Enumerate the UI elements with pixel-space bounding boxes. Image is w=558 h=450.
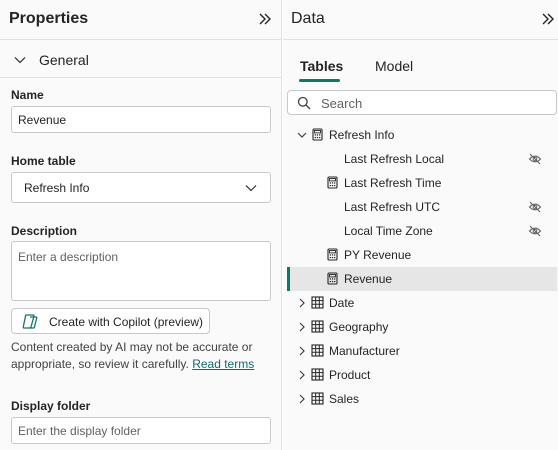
hidden-eye-icon	[528, 225, 542, 237]
chevron-right-icon[interactable]	[296, 393, 308, 405]
copilot-button-label: Create with Copilot (preview)	[49, 315, 204, 329]
table-icon	[311, 368, 324, 381]
tree-item-label: Last Refresh Local	[344, 152, 445, 166]
hidden-eye-icon	[528, 201, 542, 213]
field-row[interactable]: Last Refresh Local	[287, 147, 557, 171]
properties-pane: Properties General Name Revenue Home tab…	[0, 0, 282, 450]
tree-item-label: Revenue	[344, 272, 393, 286]
tree-item-label: Last Refresh Time	[344, 176, 442, 190]
general-section-label: General	[39, 52, 89, 68]
tree-item-label: PY Revenue	[344, 248, 412, 262]
data-header: Data	[283, 0, 558, 40]
tree-item-label: Manufacturer	[329, 344, 400, 358]
field-row[interactable]: Local Time Zone	[287, 219, 557, 243]
search-placeholder: Search	[321, 96, 363, 111]
tab-model[interactable]: Model	[375, 58, 413, 74]
chevron-right-icon[interactable]	[296, 321, 308, 333]
chevron-down-icon	[245, 185, 257, 192]
table-row[interactable]: Manufacturer	[287, 339, 557, 363]
tree-item-label: Sales	[329, 392, 360, 406]
collapse-pane-icon[interactable]	[540, 11, 556, 27]
tree-item-label: Refresh Info	[329, 128, 395, 142]
calculated-table-icon	[312, 128, 323, 141]
copilot-icon	[22, 314, 38, 329]
properties-title: Properties	[9, 10, 89, 27]
data-tabs: Tables Model	[283, 41, 558, 86]
chevron-right-icon[interactable]	[296, 345, 308, 357]
field-row[interactable]: Last Refresh Time	[287, 171, 557, 195]
tree-item-label: Local Time Zone	[344, 224, 433, 238]
tab-tables[interactable]: Tables	[300, 58, 343, 74]
field-row[interactable]: Last Refresh UTC	[287, 195, 557, 219]
measure-icon	[327, 248, 338, 261]
search-icon	[297, 96, 311, 110]
description-label: Description	[11, 224, 78, 238]
table-icon	[311, 320, 324, 333]
collapse-pane-icon[interactable]	[257, 11, 273, 27]
display-folder-field[interactable]: Enter the display folder	[11, 417, 271, 444]
hidden-eye-icon	[528, 153, 542, 165]
search-input[interactable]: Search	[287, 90, 557, 115]
display-folder-label: Display folder	[11, 399, 91, 413]
tree-item-label: Product	[329, 368, 371, 382]
tree-item-label: Geography	[329, 320, 389, 334]
field-row[interactable]: Revenue	[287, 267, 557, 291]
selection-indicator	[287, 267, 290, 291]
active-tab-indicator	[299, 79, 340, 82]
table-row[interactable]: Date	[287, 291, 557, 315]
properties-header: Properties	[0, 0, 281, 40]
home-table-value: Refresh Info	[24, 181, 90, 195]
general-section-header[interactable]: General	[0, 41, 281, 78]
tree-item-label: Last Refresh UTC	[344, 200, 441, 214]
table-row[interactable]: Sales	[287, 387, 557, 411]
read-terms-link[interactable]: Read terms	[192, 357, 254, 371]
chevron-right-icon[interactable]	[296, 369, 308, 381]
measure-icon	[327, 176, 338, 189]
data-pane: Data Tables Model Search Refresh Info Las…	[283, 0, 558, 450]
name-field[interactable]: Revenue	[11, 106, 271, 133]
home-table-label: Home table	[11, 154, 76, 168]
create-with-copilot-button[interactable]: Create with Copilot (preview)	[11, 308, 210, 334]
home-table-dropdown[interactable]: Refresh Info	[11, 172, 271, 203]
data-title: Data	[291, 10, 325, 27]
table-icon	[311, 392, 324, 405]
table-row[interactable]: Refresh Info	[287, 123, 557, 147]
description-field[interactable]: Enter a description	[11, 241, 271, 301]
table-icon	[311, 296, 324, 309]
table-row[interactable]: Product	[287, 363, 557, 387]
table-row[interactable]: Geography	[287, 315, 557, 339]
tree-item-label: Date	[329, 296, 355, 310]
chevron-down-icon	[14, 57, 26, 64]
name-label: Name	[11, 88, 44, 102]
ai-disclaimer: Content created by AI may not be accurat…	[11, 339, 276, 373]
measure-icon	[327, 272, 338, 285]
chevron-down-icon[interactable]	[296, 129, 308, 141]
chevron-right-icon[interactable]	[296, 297, 308, 309]
table-icon	[311, 344, 324, 357]
field-row[interactable]: PY Revenue	[287, 243, 557, 267]
